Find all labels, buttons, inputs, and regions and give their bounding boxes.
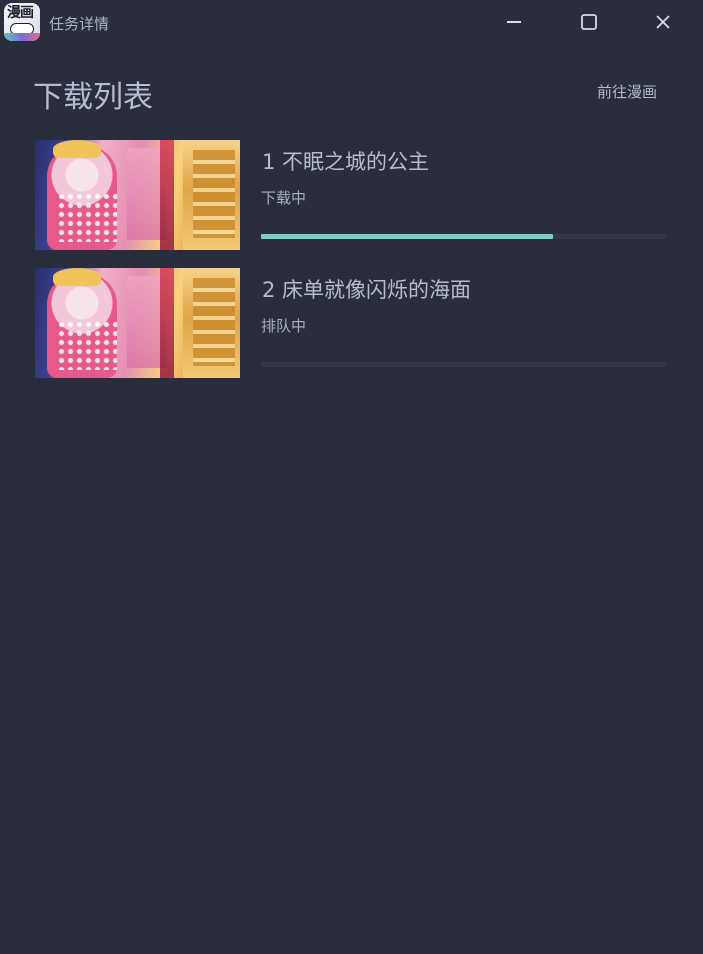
task-title: 2 床单就像闪烁的海面 [262, 278, 472, 302]
page-title: 下载列表 [33, 80, 153, 115]
minimize-button[interactable] [500, 8, 528, 36]
window-title: 任务详情 [49, 15, 110, 33]
minimize-icon [507, 21, 521, 23]
task-status: 下载中 [261, 189, 307, 207]
comic-cover-image [35, 140, 240, 250]
download-task-list: 1 不眠之城的公主 下载中 2 床单就像闪烁的海面 排队中 [35, 140, 666, 396]
task-status: 排队中 [261, 317, 307, 335]
download-task-item[interactable]: 2 床单就像闪烁的海面 排队中 [35, 268, 666, 378]
close-icon [656, 15, 670, 29]
progress-fill [261, 234, 553, 239]
progress-bar [261, 234, 666, 239]
maximize-icon [581, 14, 597, 30]
progress-bar [261, 362, 666, 367]
task-details-window: 漫画 任务详情 下载列表 前往漫画 1 不眠之城的公主 下载中 2 床单就像闪烁… [0, 0, 703, 954]
goto-comic-link[interactable]: 前往漫画 [597, 81, 657, 102]
close-button[interactable] [649, 8, 677, 36]
app-icon: 漫画 [4, 3, 40, 41]
comic-cover-image [35, 268, 240, 378]
download-task-item[interactable]: 1 不眠之城的公主 下载中 [35, 140, 666, 250]
app-icon-strip [4, 33, 40, 41]
task-title: 1 不眠之城的公主 [262, 150, 430, 174]
app-icon-glyph: 漫画 [7, 5, 34, 21]
title-bar[interactable]: 漫画 任务详情 [0, 0, 703, 44]
maximize-button[interactable] [575, 8, 603, 36]
